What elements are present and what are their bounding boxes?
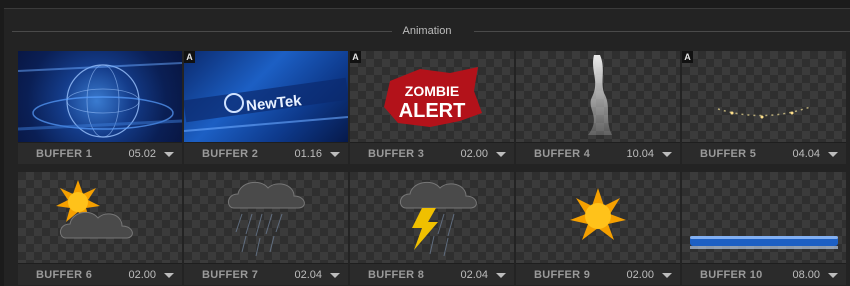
buffer-duration: 02.00	[128, 269, 156, 281]
buffer-duration: 04.04	[792, 148, 820, 160]
globe-graphic	[18, 62, 182, 138]
buffer-tile-1[interactable]: BUFFER 1 05.02	[18, 51, 182, 164]
chevron-down-icon[interactable]	[496, 152, 506, 157]
buffer-footer: BUFFER 5 04.04	[682, 142, 846, 164]
buffer-footer: BUFFER 3 02.00	[350, 142, 514, 164]
auto-badge: A	[350, 51, 361, 63]
buffer-duration: 02.00	[626, 269, 654, 281]
thunderstorm-icon	[400, 181, 477, 257]
buffer-footer: BUFFER 2 01.16	[184, 142, 348, 164]
buffer-tile-3[interactable]: ZOMBIE ALERT A BUFFER 3 02.00	[350, 51, 514, 164]
sun-icon	[570, 188, 626, 240]
buffer-thumbnail	[184, 172, 348, 263]
buffer-footer: BUFFER 4 10.04	[516, 142, 680, 164]
buffer-name: BUFFER 6	[36, 269, 93, 281]
buffer-name: BUFFER 2	[202, 148, 259, 160]
buffer-footer: BUFFER 7 02.04	[184, 263, 348, 285]
auto-badge: A	[682, 51, 693, 63]
buffer-tile-2[interactable]: NewTek A BUFFER 2 01.16	[184, 51, 348, 164]
buffer-name: BUFFER 3	[368, 148, 425, 160]
buffer-name: BUFFER 4	[534, 148, 591, 160]
buffer-tile-8[interactable]: BUFFER 8 02.04	[350, 172, 514, 285]
buffer-footer: BUFFER 9 02.00	[516, 263, 680, 285]
panel-header: Animation	[4, 21, 850, 43]
rain-cloud-icon	[228, 181, 305, 257]
chevron-down-icon[interactable]	[662, 152, 672, 157]
buffer-thumbnail	[516, 51, 680, 142]
buffer-name: BUFFER 10	[700, 269, 763, 281]
buffer-tile-7[interactable]: BUFFER 7 02.04	[184, 172, 348, 285]
buffer-duration: 01.16	[294, 148, 322, 160]
chevron-down-icon[interactable]	[330, 273, 340, 278]
buffer-duration: 08.00	[792, 269, 820, 281]
smoke-graphic	[588, 55, 612, 135]
buffer-thumbnail: NewTek	[184, 51, 348, 142]
chevron-down-icon[interactable]	[662, 273, 672, 278]
animation-panel: Animation BUFFER 1 05.02 NewTek A BUFFER…	[4, 8, 850, 286]
newtek-logo-graphic: NewTek	[184, 77, 348, 132]
buffer-tile-6[interactable]: BUFFER 6 02.00	[18, 172, 182, 285]
graphic-text-line2: ALERT	[399, 100, 466, 122]
buffer-tile-9[interactable]: BUFFER 9 02.00	[516, 172, 680, 285]
buffer-thumbnail	[516, 172, 680, 263]
buffer-name: BUFFER 5	[700, 148, 757, 160]
buffer-footer: BUFFER 8 02.04	[350, 263, 514, 285]
buffer-thumbnail	[350, 172, 514, 263]
auto-badge: A	[184, 51, 195, 63]
chevron-down-icon[interactable]	[164, 152, 174, 157]
chevron-down-icon[interactable]	[828, 273, 838, 278]
buffer-name: BUFFER 7	[202, 269, 259, 281]
buffer-name: BUFFER 1	[36, 148, 93, 160]
sun-cloud-icon	[56, 180, 133, 239]
buffer-thumbnail	[682, 51, 846, 142]
buffer-footer: BUFFER 10 08.00	[682, 263, 846, 285]
sparkle-trail-graphic	[717, 106, 811, 119]
buffer-tile-10[interactable]: BUFFER 10 08.00	[682, 172, 846, 285]
buffer-duration: 02.04	[294, 269, 322, 281]
buffer-duration: 10.04	[626, 148, 654, 160]
buffer-duration: 05.02	[128, 148, 156, 160]
buffer-name: BUFFER 9	[534, 269, 591, 281]
zombie-alert-graphic: ZOMBIE ALERT	[384, 67, 482, 127]
chevron-down-icon[interactable]	[828, 152, 838, 157]
buffer-thumbnail	[682, 172, 846, 263]
buffer-footer: BUFFER 6 02.00	[18, 263, 182, 285]
lower-third-bar-graphic	[690, 236, 838, 249]
buffer-tile-5[interactable]: A BUFFER 5 04.04	[682, 51, 846, 164]
buffer-thumbnail: ZOMBIE ALERT	[350, 51, 514, 142]
chevron-down-icon[interactable]	[330, 152, 340, 157]
buffer-name: BUFFER 8	[368, 269, 425, 281]
buffer-tile-4[interactable]: BUFFER 4 10.04	[516, 51, 680, 164]
graphic-text-line1: ZOMBIE	[405, 83, 459, 99]
chevron-down-icon[interactable]	[496, 273, 506, 278]
buffer-duration: 02.04	[460, 269, 488, 281]
panel-title: Animation	[392, 25, 462, 37]
buffer-thumbnail	[18, 51, 182, 142]
buffer-footer: BUFFER 1 05.02	[18, 142, 182, 164]
chevron-down-icon[interactable]	[164, 273, 174, 278]
buffer-duration: 02.00	[460, 148, 488, 160]
buffer-thumbnail	[18, 172, 182, 263]
